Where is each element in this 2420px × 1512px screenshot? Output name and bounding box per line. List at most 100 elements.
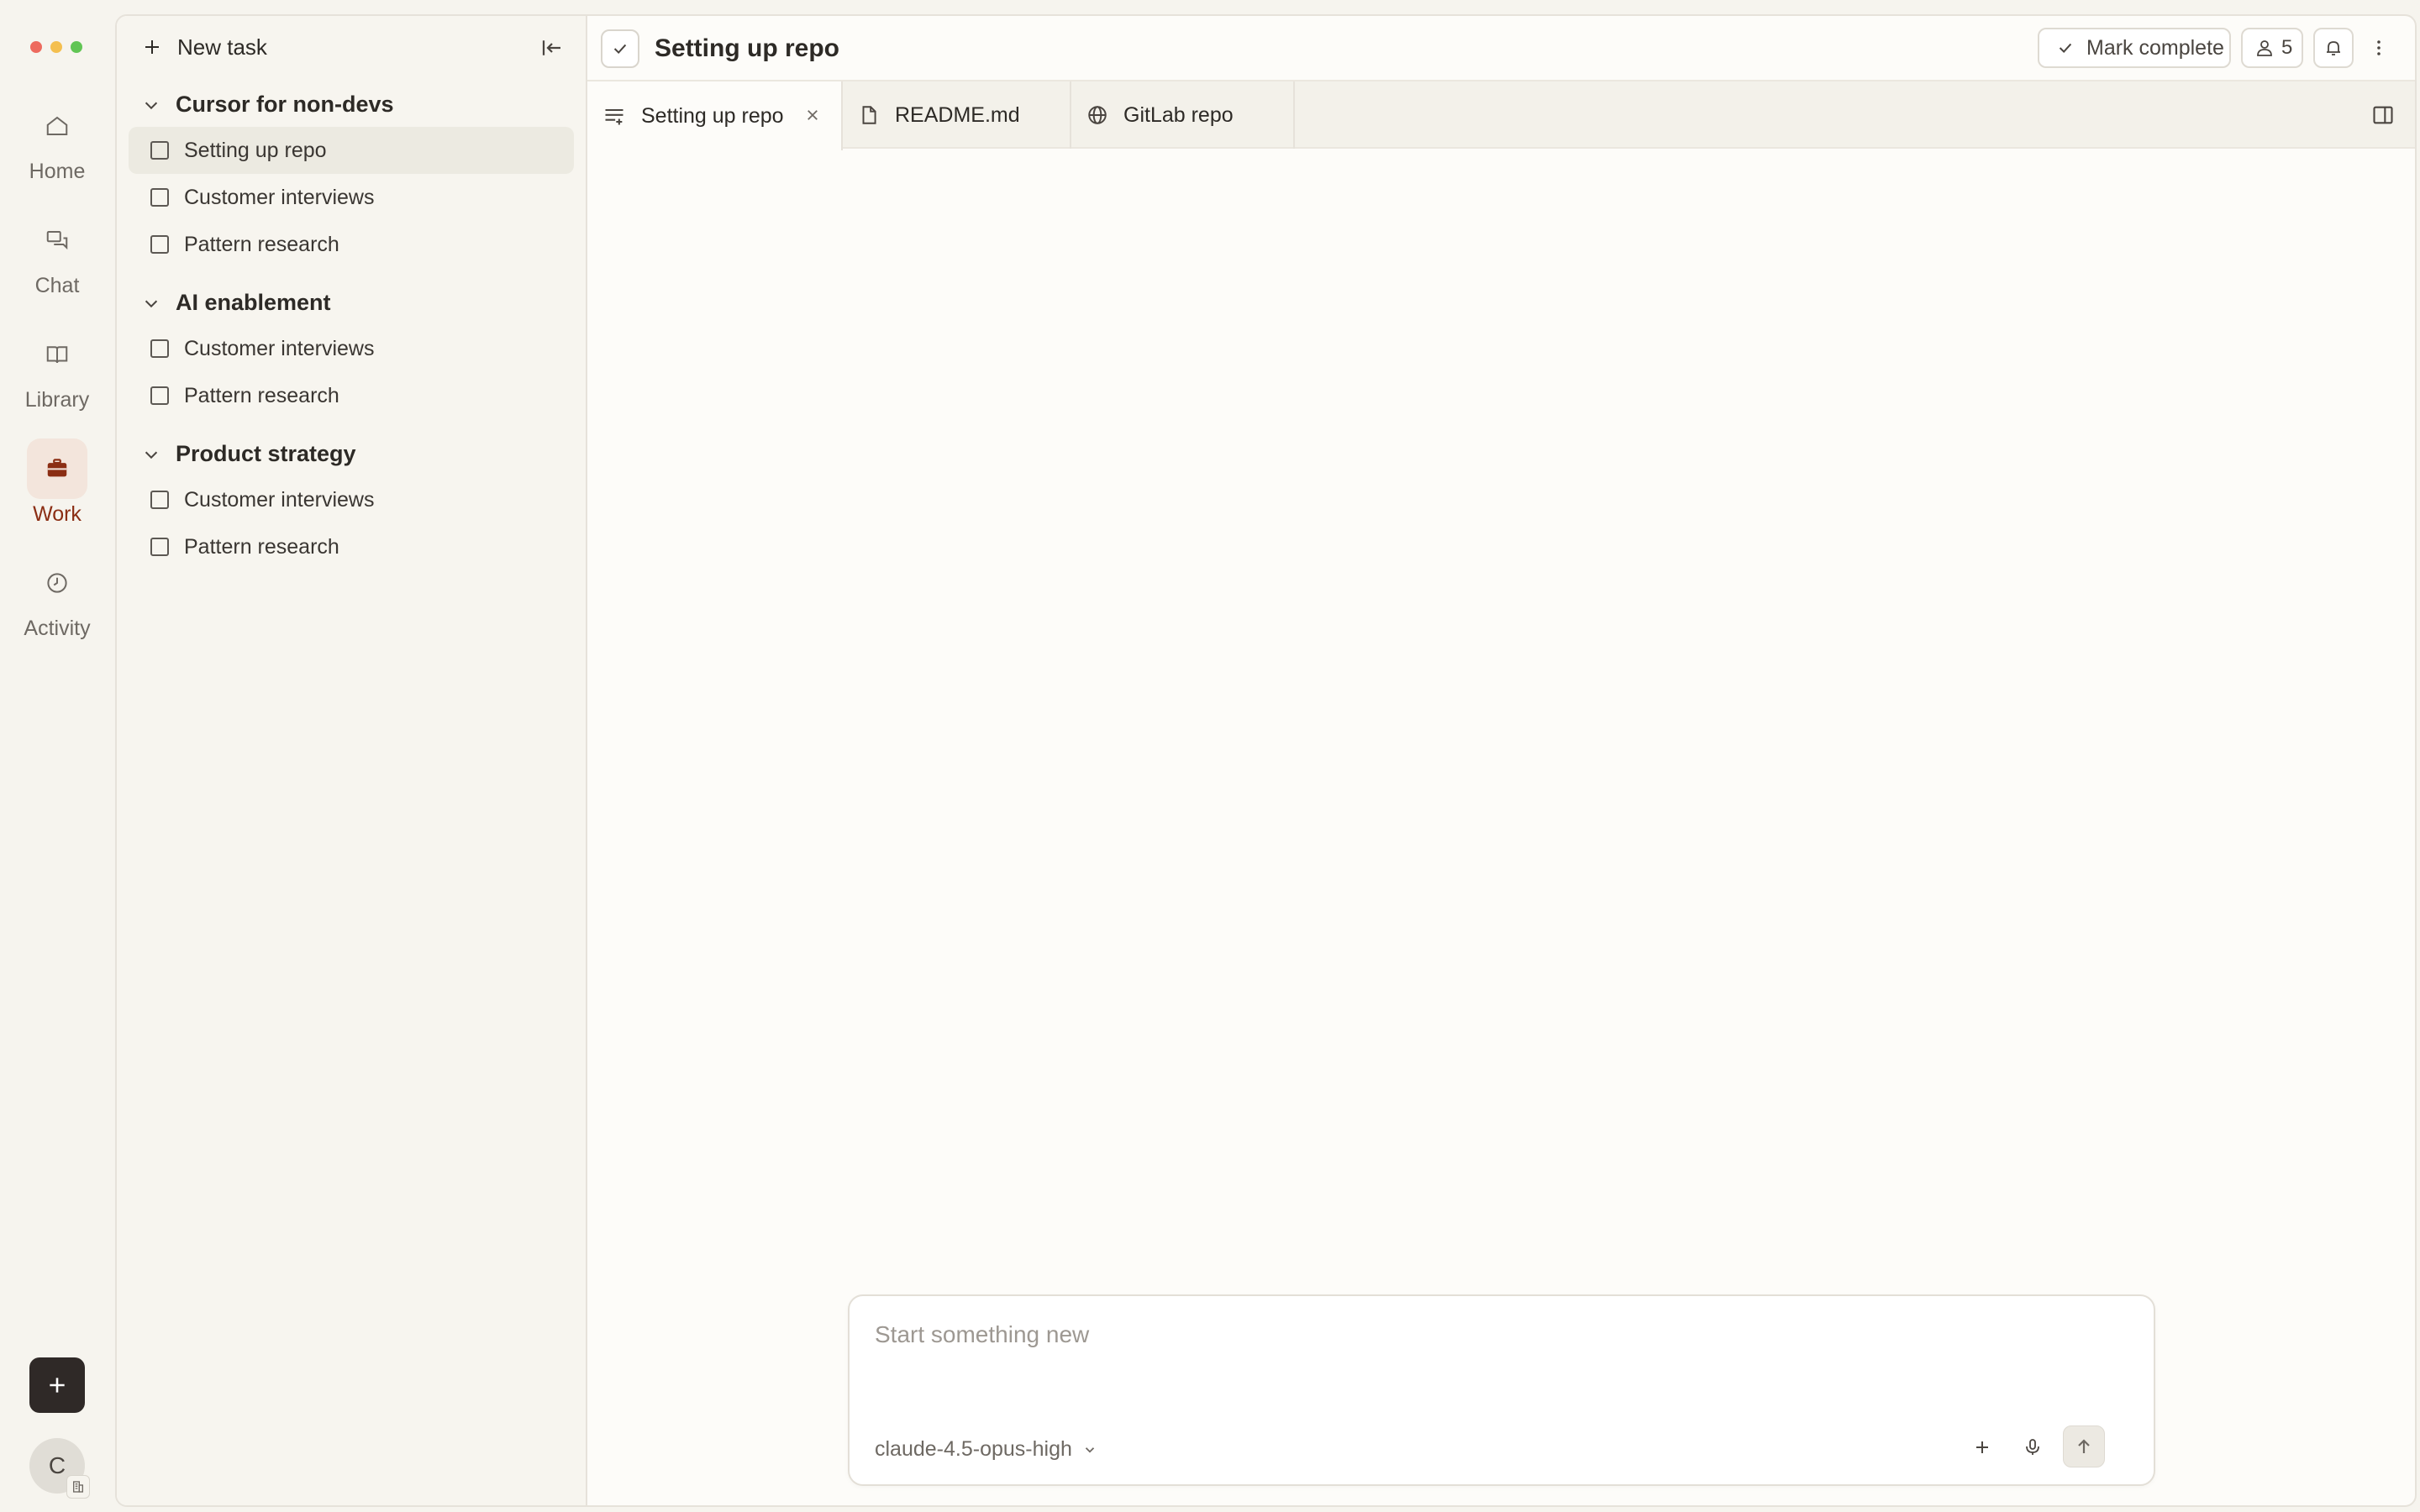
bell-icon bbox=[2327, 41, 2340, 55]
chevron-down-icon bbox=[145, 451, 158, 459]
check-icon bbox=[2059, 43, 2072, 54]
task-label: Pattern research bbox=[184, 232, 339, 256]
task-label: Customer interviews bbox=[184, 487, 375, 512]
task-complete-toggle[interactable] bbox=[601, 29, 639, 68]
tab-label: GitLab repo bbox=[1123, 102, 1234, 127]
group-header[interactable]: Cursor for non-devs bbox=[142, 92, 394, 118]
plus-icon bbox=[1976, 1441, 1988, 1453]
book-icon bbox=[27, 324, 87, 385]
task-sidebar: New task Cursor for non-devs Setting up … bbox=[117, 16, 587, 1505]
window-close-button[interactable] bbox=[30, 41, 42, 53]
task-content: Setting up repo Mark complete 5 Setting … bbox=[587, 16, 2415, 1505]
more-options-button[interactable] bbox=[2362, 28, 2396, 68]
chevron-down-icon bbox=[1085, 1446, 1095, 1453]
task-item[interactable]: Pattern research bbox=[129, 372, 574, 419]
task-checkbox[interactable] bbox=[150, 491, 169, 509]
task-label: Customer interviews bbox=[184, 185, 375, 209]
voice-input-button[interactable] bbox=[2014, 1429, 2051, 1466]
collapse-sidebar-button[interactable] bbox=[537, 33, 567, 63]
composer-input[interactable]: Start something new bbox=[875, 1321, 1089, 1348]
chat-icon bbox=[27, 210, 87, 270]
group-name: Product strategy bbox=[176, 441, 356, 466]
composer[interactable]: Start something new claude-4.5-opus-high bbox=[848, 1294, 2155, 1486]
task-checkbox[interactable] bbox=[150, 538, 169, 556]
rail-label: Work bbox=[33, 502, 82, 526]
task-label: Pattern research bbox=[184, 383, 339, 407]
person-icon bbox=[2257, 40, 2272, 56]
close-icon bbox=[808, 110, 818, 120]
mark-complete-button[interactable]: Mark complete bbox=[2038, 28, 2231, 68]
send-button[interactable] bbox=[2063, 1425, 2105, 1467]
clock-icon bbox=[27, 553, 87, 613]
text-lines-icon bbox=[605, 108, 623, 125]
task-label: Pattern research bbox=[184, 534, 339, 559]
new-task-button[interactable]: New task bbox=[142, 31, 267, 63]
page-title: Setting up repo bbox=[655, 34, 839, 62]
rail-label: Library bbox=[24, 388, 90, 412]
task-checkbox[interactable] bbox=[150, 141, 169, 160]
window-zoom-button[interactable] bbox=[71, 41, 82, 53]
task-checkbox[interactable] bbox=[150, 386, 169, 405]
rail-label: Activity bbox=[24, 617, 91, 640]
mark-complete-label: Mark complete bbox=[2086, 35, 2224, 60]
rail-item-library[interactable]: Library bbox=[0, 324, 114, 412]
chevron-down-icon bbox=[145, 102, 158, 109]
members-button[interactable]: 5 bbox=[2241, 28, 2303, 68]
notifications-button[interactable] bbox=[2313, 28, 2354, 68]
window-minimize-button[interactable] bbox=[50, 41, 62, 53]
check-icon bbox=[613, 44, 627, 55]
app-rail: Home Chat Library Work Activity C bbox=[0, 0, 114, 1512]
rail-item-home[interactable]: Home bbox=[0, 96, 114, 184]
home-icon bbox=[27, 96, 87, 156]
avatar-initial: C bbox=[48, 1452, 66, 1478]
rail-label: Home bbox=[29, 160, 86, 183]
tab-setting-up-repo[interactable]: Setting up repo bbox=[587, 81, 843, 150]
plus-icon bbox=[50, 1378, 65, 1393]
task-checkbox[interactable] bbox=[150, 188, 169, 207]
group-header[interactable]: Product strategy bbox=[142, 441, 356, 467]
model-label: claude-4.5-opus-high bbox=[875, 1437, 1072, 1461]
group-header[interactable]: AI enablement bbox=[142, 290, 331, 316]
task-label: Customer interviews bbox=[184, 336, 375, 360]
attach-button[interactable] bbox=[1964, 1429, 2001, 1466]
plus-icon bbox=[145, 40, 159, 54]
model-selector[interactable]: claude-4.5-opus-high bbox=[875, 1437, 1097, 1462]
task-item[interactable]: Pattern research bbox=[129, 523, 574, 570]
task-checkbox[interactable] bbox=[150, 339, 169, 358]
main-window: New task Cursor for non-devs Setting up … bbox=[115, 14, 2417, 1507]
window-controls bbox=[30, 41, 82, 53]
building-icon bbox=[66, 1475, 90, 1499]
task-item[interactable]: Customer interviews bbox=[129, 174, 574, 221]
task-checkbox[interactable] bbox=[150, 235, 169, 254]
rail-item-work[interactable]: Work bbox=[0, 438, 114, 527]
task-item[interactable]: Customer interviews bbox=[129, 325, 574, 372]
avatar[interactable]: C bbox=[29, 1438, 90, 1499]
task-item[interactable]: Pattern research bbox=[129, 221, 574, 268]
chevron-down-icon bbox=[145, 300, 158, 307]
rail-item-activity[interactable]: Activity bbox=[0, 553, 114, 641]
rail-item-chat[interactable]: Chat bbox=[0, 210, 114, 298]
tab-readme[interactable]: README.md bbox=[843, 81, 1071, 149]
tab-label: README.md bbox=[895, 102, 1020, 127]
toggle-panel-button[interactable] bbox=[2368, 100, 2398, 130]
task-header: Setting up repo Mark complete 5 bbox=[587, 16, 2415, 81]
microphone-icon bbox=[2026, 1439, 2039, 1455]
more-vertical-icon bbox=[2377, 40, 2381, 55]
collapse-left-icon bbox=[542, 40, 560, 55]
briefcase-icon bbox=[27, 438, 87, 499]
new-button[interactable] bbox=[29, 1357, 85, 1413]
tab-label: Setting up repo bbox=[641, 103, 784, 128]
tab-close-button[interactable] bbox=[802, 105, 823, 125]
group-name: AI enablement bbox=[176, 290, 331, 315]
globe-icon bbox=[1088, 106, 1107, 124]
new-task-label: New task bbox=[177, 34, 267, 60]
tab-gitlab-repo[interactable]: GitLab repo bbox=[1071, 81, 1295, 149]
task-item[interactable]: Customer interviews bbox=[129, 476, 574, 523]
group-name: Cursor for non-devs bbox=[176, 92, 394, 117]
rail-label: Chat bbox=[34, 274, 80, 297]
file-icon bbox=[862, 106, 876, 124]
task-item[interactable]: Setting up repo bbox=[129, 127, 574, 174]
arrow-up-icon bbox=[2078, 1439, 2090, 1453]
task-label: Setting up repo bbox=[184, 138, 327, 162]
tab-bar: Setting up repo README.md GitLab repo bbox=[587, 81, 2415, 150]
